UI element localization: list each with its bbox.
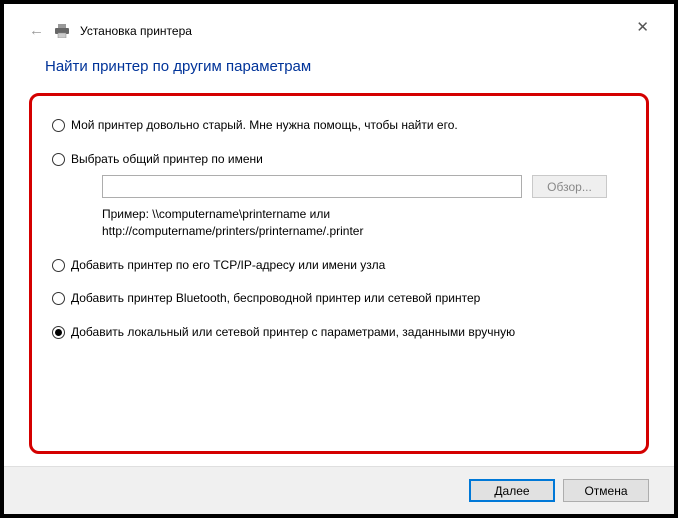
shared-printer-details: Обзор... Пример: \\computername\printern…: [102, 175, 626, 240]
option-shared-by-name[interactable]: Выбрать общий принтер по имени: [52, 152, 626, 168]
radio-icon[interactable]: [52, 259, 65, 272]
dialog-title: Установка принтера: [80, 24, 192, 38]
next-button[interactable]: Далее: [469, 479, 555, 502]
cancel-button[interactable]: Отмена: [563, 479, 649, 502]
example-text: Пример: \\computername\printername или h…: [102, 206, 626, 240]
option-label: Мой принтер довольно старый. Мне нужна п…: [71, 118, 458, 134]
radio-icon[interactable]: [52, 292, 65, 305]
printer-name-input[interactable]: [102, 175, 522, 198]
option-old-printer[interactable]: Мой принтер довольно старый. Мне нужна п…: [52, 118, 626, 134]
dialog-header: ← Установка принтера ✕: [29, 23, 649, 38]
option-bluetooth[interactable]: Добавить принтер Bluetooth, беспроводной…: [52, 291, 626, 307]
option-tcp-ip[interactable]: Добавить принтер по его TCP/IP-адресу ил…: [52, 258, 626, 274]
example-line: http://computername/printers/printername…: [102, 224, 363, 238]
option-manual[interactable]: Добавить локальный или сетевой принтер с…: [52, 325, 626, 341]
option-label: Добавить локальный или сетевой принтер с…: [71, 325, 515, 341]
back-arrow-icon[interactable]: ←: [29, 23, 44, 38]
page-title: Найти принтер по другим параметрам: [45, 58, 649, 75]
example-line: Пример: \\computername\printername или: [102, 207, 330, 221]
window-frame: ← Установка принтера ✕ Найти принтер по …: [0, 0, 678, 518]
options-group: Мой принтер довольно старый. Мне нужна п…: [29, 93, 649, 454]
close-icon[interactable]: ✕: [636, 18, 649, 36]
printer-icon: [54, 24, 70, 38]
dialog-footer: Далее Отмена: [4, 466, 674, 514]
radio-icon[interactable]: [52, 119, 65, 132]
option-label: Добавить принтер по его TCP/IP-адресу ил…: [71, 258, 385, 274]
shared-input-row: Обзор...: [102, 175, 626, 198]
browse-button: Обзор...: [532, 175, 607, 198]
option-label: Выбрать общий принтер по имени: [71, 152, 263, 168]
radio-icon[interactable]: [52, 153, 65, 166]
add-printer-dialog: ← Установка принтера ✕ Найти принтер по …: [4, 4, 674, 514]
option-label: Добавить принтер Bluetooth, беспроводной…: [71, 291, 480, 307]
radio-icon[interactable]: [52, 326, 65, 339]
